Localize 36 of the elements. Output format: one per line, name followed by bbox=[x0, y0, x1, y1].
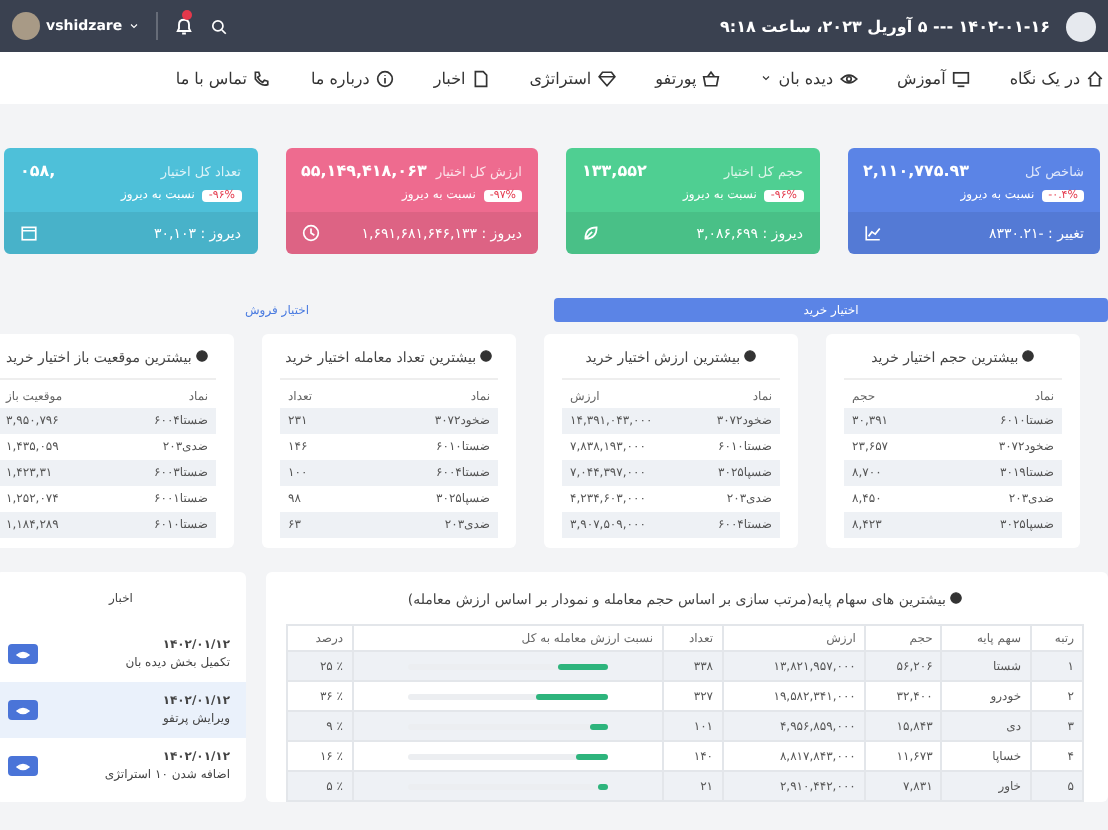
notification-dot bbox=[182, 10, 193, 20]
diamond-icon bbox=[597, 69, 616, 87]
caret-icon bbox=[128, 20, 141, 32]
avatar[interactable] bbox=[12, 12, 40, 40]
monitor-icon bbox=[951, 69, 970, 87]
nav-item[interactable]: تماس با ما bbox=[175, 69, 271, 87]
bell-icon bbox=[174, 16, 195, 36]
home-icon bbox=[1086, 69, 1104, 87]
eye-icon bbox=[839, 69, 858, 87]
card-value: ۵۵,۱۴۹,۴۱۸,۰۶۳ bbox=[301, 162, 427, 180]
eye-icon bbox=[16, 647, 30, 661]
nav-item[interactable]: درباره ما bbox=[310, 69, 394, 87]
leaf-icon bbox=[582, 224, 600, 242]
clock-icon bbox=[301, 224, 319, 242]
nav-item[interactable]: آموزش bbox=[897, 69, 970, 87]
eye-icon bbox=[16, 759, 30, 773]
phone-icon bbox=[252, 69, 271, 87]
nav-item[interactable]: در یک نگاه bbox=[1009, 69, 1104, 87]
nav-item[interactable]: دیده بان bbox=[760, 69, 858, 87]
nav-item[interactable]: پورتفو bbox=[655, 69, 721, 87]
view-button[interactable] bbox=[8, 644, 38, 664]
document-icon bbox=[471, 69, 490, 87]
search-icon bbox=[210, 17, 229, 35]
chart-icon bbox=[863, 224, 881, 242]
view-button[interactable] bbox=[8, 756, 38, 776]
date-time: ۱۴۰۲-۰۱-۱۶ --- ۵ آوریل ۲۰۲۳، ساعت ۹:۱۸ bbox=[720, 17, 1050, 35]
calendar-icon bbox=[20, 224, 38, 242]
card-value: ۲,۱۱۰,۷۷۵.۹۳ bbox=[863, 162, 970, 180]
view-button[interactable] bbox=[8, 700, 38, 720]
logo-icon bbox=[1066, 11, 1096, 41]
card-value: ۱۳۳,۵۵۲ bbox=[582, 162, 647, 180]
basket-icon bbox=[702, 69, 721, 87]
nav-item[interactable]: استراتژی bbox=[529, 69, 616, 87]
eye-icon bbox=[16, 703, 30, 717]
nav-item[interactable]: اخبار bbox=[433, 69, 490, 87]
card-value: ۰۵۸, bbox=[20, 162, 56, 180]
